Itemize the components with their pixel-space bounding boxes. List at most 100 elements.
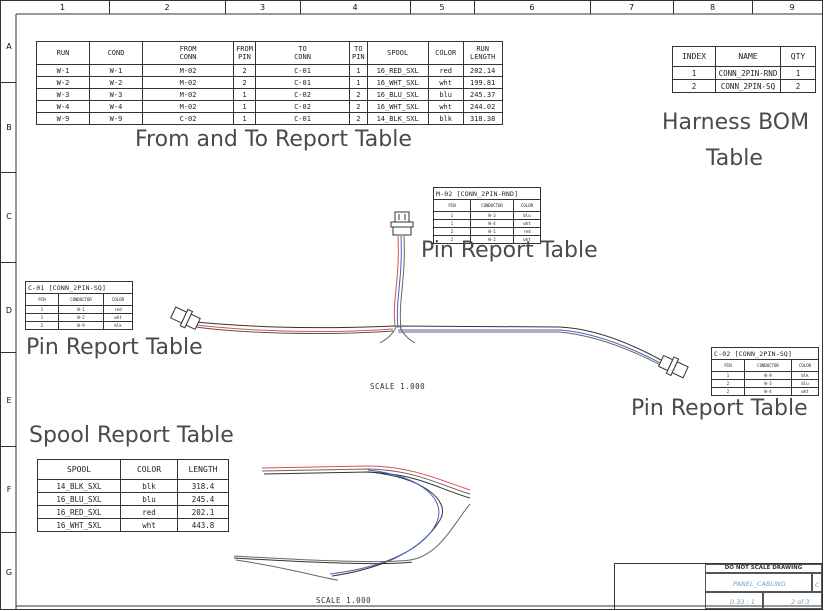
table-row: 2 CONN_2PIN-SQ 2 <box>672 79 816 93</box>
table-header-row: RUN COND FROM CONN FROM PIN TO CONN TO P… <box>36 41 503 65</box>
cell-run: W-9 <box>36 112 90 125</box>
cell-cond: W-9 <box>89 112 143 125</box>
cell-index: 1 <box>672 66 716 80</box>
from-to-report-table: RUN COND FROM CONN FROM PIN TO CONN TO P… <box>36 41 503 125</box>
zone-label-9: 9 <box>789 3 795 12</box>
cell-cond: W-2 <box>89 76 143 89</box>
zone-label-6: 6 <box>529 3 535 12</box>
cell-name: CONN_2PIN-RND <box>715 66 781 80</box>
cell-run-length: 202.14 <box>462 64 503 77</box>
cell-conductor: W-3 <box>470 211 514 220</box>
pin-table-title: C-01 [CONN_2PIN-SQ] <box>25 281 133 294</box>
cell-color: blu <box>791 379 819 388</box>
table-row: W-9 W-9 C-02 1 C-01 2 14_BLK_SXL blk 318… <box>36 112 503 125</box>
cell-from-conn: M-02 <box>142 64 234 77</box>
cell-from-conn: M-02 <box>142 88 234 101</box>
cell-length: 202.1 <box>177 505 229 519</box>
cell-color: blu <box>513 211 541 220</box>
to-conn-label: TO CONN <box>294 45 311 61</box>
drawing-sheet: 1 2 3 4 5 6 7 8 9 A B C D E F G RUN COND… <box>0 0 824 611</box>
column-header-qty: QTY <box>780 46 816 67</box>
pin-table-caption-row: C-02 [CONN_2PIN-SQ] <box>711 347 819 360</box>
column-header-name: NAME <box>715 46 781 67</box>
zone-label-e: E <box>6 396 12 405</box>
cell-conductor: W-1 <box>58 305 104 314</box>
table-row: 2 W-1 red <box>433 227 541 236</box>
cell-to-pin: 2 <box>349 100 368 113</box>
cell-run-length: 245.37 <box>462 88 503 101</box>
cell-from-pin: 1 <box>233 88 256 101</box>
scale-label-main-view: SCALE 1.000 <box>370 382 426 391</box>
zone-label-g: G <box>5 568 13 577</box>
cell-from-conn: M-02 <box>142 76 234 89</box>
cell-to-pin: 2 <box>349 112 368 125</box>
zone-divider <box>0 262 16 263</box>
cell-length: 245.4 <box>177 492 229 506</box>
cell-to-conn: C-02 <box>255 100 350 113</box>
table-header-row: INDEX NAME QTY <box>672 46 816 67</box>
callout-pin-report-c01: Pin Report Table <box>26 335 203 360</box>
cell-index: 2 <box>672 79 716 93</box>
column-header-length: LENGTH <box>177 459 229 480</box>
column-header-from-conn: FROM CONN <box>142 41 234 65</box>
table-header-row: PIN CONDUCTOR COLOR <box>711 359 819 372</box>
column-header-color: COLOR <box>103 293 133 306</box>
cell-length: 318.4 <box>177 479 229 493</box>
column-header-from-pin: FROM PIN <box>233 41 256 65</box>
column-header-conductor: CONDUCTOR <box>470 199 514 212</box>
cell-color: blu <box>427 88 464 101</box>
cell-color: red <box>427 64 464 77</box>
table-row: W-3 W-3 M-02 1 C-02 2 16_BLU_SXL blu 245… <box>36 88 503 101</box>
column-header-to-pin: TO PIN <box>349 41 368 65</box>
cell-spool: 14_BLK_SXL <box>37 479 121 493</box>
column-header-index: INDEX <box>672 46 716 67</box>
pin-table-title: M-02 [CONN_2PIN-RND] <box>433 187 541 200</box>
cell-conductor: W-3 <box>744 379 792 388</box>
pin-report-table-c02: C-02 [CONN_2PIN-SQ] PIN CONDUCTOR COLOR … <box>711 347 819 396</box>
cell-conductor: W-2 <box>58 313 104 322</box>
cell-color: wht <box>103 313 133 322</box>
cell-color: wht <box>120 518 178 532</box>
cell-cond: W-4 <box>89 100 143 113</box>
callout-pin-report-c02: Pin Report Table <box>631 396 808 421</box>
title-block-sheet: 2 of 3 <box>791 598 810 606</box>
table-row: 2 W-3 blu <box>711 379 819 388</box>
cell-color: red <box>103 305 133 314</box>
column-header-cond: COND <box>89 41 143 65</box>
column-header-conductor: CONDUCTOR <box>744 359 792 372</box>
cell-from-pin: 1 <box>233 100 256 113</box>
zone-label-2: 2 <box>164 3 170 12</box>
cell-spool: 16_WHT_SXL <box>366 76 429 89</box>
cell-color: red <box>513 227 541 236</box>
table-row: 14_BLK_SXL blk 318.4 <box>37 479 229 493</box>
column-header-run-length: RUN LENGTH <box>462 41 503 65</box>
column-header-color: COLOR <box>791 359 819 372</box>
column-header-pin: PIN <box>711 359 745 372</box>
cell-spool: 16_BLU_SXL <box>366 88 429 101</box>
column-header-spool: SPOOL <box>366 41 429 65</box>
title-block-note: DO NOT SCALE DRAWING <box>724 565 803 571</box>
zone-label-f: F <box>6 485 12 494</box>
zone-label-b: B <box>6 123 12 132</box>
cell-spool: 16_RED_SXL <box>366 64 429 77</box>
zone-label-1: 1 <box>59 3 66 12</box>
column-header-to-conn: TO CONN <box>255 41 350 65</box>
zone-label-a: A <box>6 42 12 51</box>
cell-color: wht <box>427 76 464 89</box>
cell-to-conn: C-01 <box>255 76 350 89</box>
cell-color: blu <box>120 492 178 506</box>
cell-color: blk <box>791 371 819 380</box>
cell-from-conn: M-02 <box>142 100 234 113</box>
column-header-conductor: CONDUCTOR <box>58 293 104 306</box>
cell-to-pin: 1 <box>349 76 368 89</box>
cell-color: blk <box>427 112 464 125</box>
column-header-pin: PIN <box>433 199 471 212</box>
cell-pin: 1 <box>433 219 471 228</box>
cell-qty: 2 <box>780 79 816 93</box>
cell-to-pin: 2 <box>349 88 368 101</box>
cell-spool: 16_WHT_SXL <box>37 518 121 532</box>
cell-pin: 1 <box>433 211 471 220</box>
cell-conductor: W-9 <box>744 371 792 380</box>
cell-run: W-2 <box>36 76 90 89</box>
harness-bom-table: INDEX NAME QTY 1 CONN_2PIN-RND 1 2 CONN_… <box>672 46 816 93</box>
